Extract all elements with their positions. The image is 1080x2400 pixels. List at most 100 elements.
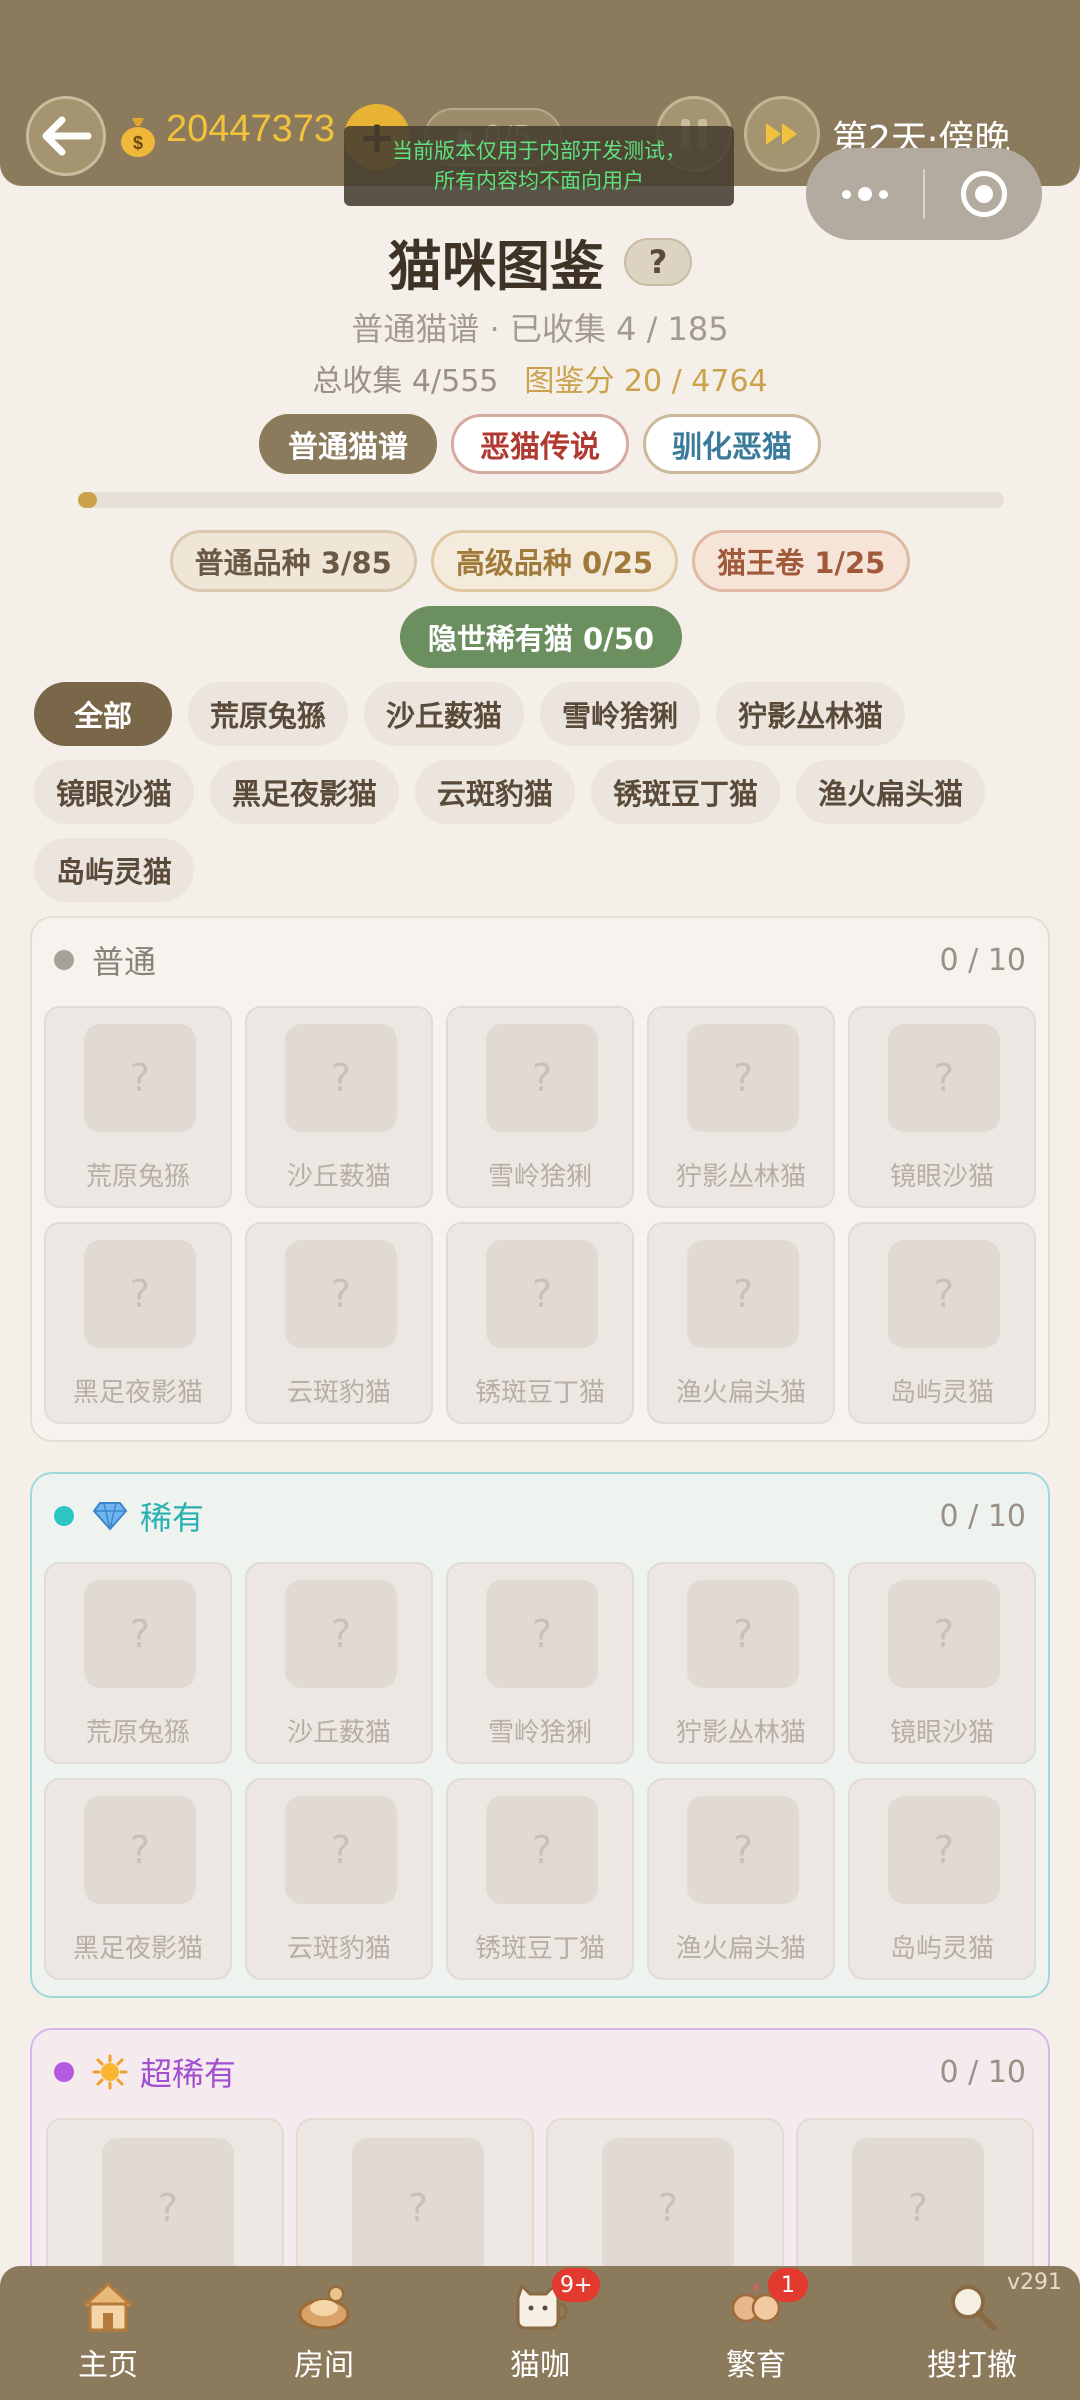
cat-card[interactable]: ? 云斑豹猫 (245, 1222, 433, 1424)
unknown-cat-icon: ? (102, 2138, 234, 2278)
unknown-cat-icon: ? (285, 1240, 397, 1348)
nav-room[interactable]: 房间 (216, 2266, 432, 2400)
cat-card[interactable]: ? 荒原兔猻 (44, 1562, 232, 1764)
breed-chip[interactable]: 狞影丛林猫 (716, 682, 906, 746)
cat-card[interactable]: ? 云斑豹猫 (245, 1778, 433, 1980)
breed-chip[interactable]: 云斑豹猫 (415, 760, 576, 824)
tab-evil-cat-legend[interactable]: 恶猫传说 (451, 414, 629, 474)
nav-breeding-label: 繁育 (726, 2348, 786, 2383)
collection-progress-bar (78, 492, 1004, 508)
cat-card-name: 镜眼沙猫 (889, 1718, 994, 1748)
page-title-row: 猫咪图鉴 ? (0, 222, 1080, 301)
unknown-cat-icon: ? (888, 1240, 1000, 1348)
cat-card-name: 沙丘薮猫 (286, 1718, 391, 1748)
category-premium-breeds[interactable]: 高级品种 0/25 (430, 530, 679, 592)
breed-chip[interactable]: 岛屿灵猫 (34, 838, 195, 902)
cat-card[interactable]: ? 雪岭猞猁 (446, 1006, 634, 1208)
unknown-cat-icon: ? (84, 1024, 196, 1132)
cat-card[interactable]: ? 渔火扁头猫 (647, 1222, 835, 1424)
cat-card-grid: ? 荒原兔猻 ? 沙丘薮猫 ? 雪岭猞猁 ? 狞影丛林猫 ? 镜眼沙猫 ? 黑足夜影猫 ? 云… (44, 1562, 1036, 1980)
unknown-cat-icon: ? (687, 1580, 799, 1688)
cat-card-name: 荒原兔猻 (85, 1162, 190, 1192)
unknown-cat-icon: ? (84, 1240, 196, 1348)
breed-chip[interactable]: 渔火扁头猫 (796, 760, 986, 824)
cat-card-name: 锈斑豆丁猫 (474, 1934, 605, 1964)
cat-card-name: 云斑豹猫 (286, 1378, 391, 1408)
target-icon (960, 171, 1007, 217)
collection-subtitle: 普通猫谱 · 已收集 4 / 185 (351, 310, 729, 348)
nav-breeding[interactable]: 繁育 1 (648, 2266, 864, 2400)
nav-home[interactable]: 主页 (0, 2266, 216, 2400)
cat-card[interactable]: ? 岛屿灵猫 (848, 1778, 1036, 1980)
tab-tamed-evil-cat[interactable]: 驯化恶猫 (643, 414, 821, 474)
unknown-cat-icon: ? (888, 1796, 1000, 1904)
tab-common-album[interactable]: 普通猫谱 (259, 414, 437, 474)
cat-card[interactable]: ? 沙丘薮猫 (245, 1562, 433, 1764)
nav-search-raid[interactable]: 搜打撤 v291 (864, 2266, 1080, 2400)
dev-notice-line-2: 所有内容均不面向用户 (434, 169, 644, 193)
help-button[interactable]: ? (624, 237, 692, 286)
unknown-cat-icon: ? (285, 1796, 397, 1904)
cat-bed-icon (294, 2276, 354, 2336)
section-header: 超稀有 0 / 10 (54, 2052, 1026, 2093)
breed-chip[interactable]: 镜眼沙猫 (34, 760, 195, 824)
cat-card[interactable]: ? 荒原兔猻 (44, 1006, 232, 1208)
cat-card-name: 雪岭猞猁 (487, 1162, 592, 1192)
total-collection: 总收集 4/555 (312, 364, 499, 399)
cat-card-name: 渔火扁头猫 (675, 1378, 806, 1408)
breed-chip-all[interactable]: 全部 (34, 682, 173, 746)
cat-card[interactable]: ? 镜眼沙猫 (848, 1562, 1036, 1764)
breed-chip[interactable]: 沙丘薮猫 (364, 682, 525, 746)
section-count: 0 / 10 (939, 942, 1026, 978)
cat-card[interactable]: ? 锈斑豆丁猫 (446, 1222, 634, 1424)
category-cat-king-scroll[interactable]: 猫王卷 1/25 (692, 530, 911, 592)
cat-card-name: 雪岭猞猁 (487, 1718, 592, 1748)
nav-search-raid-label: 搜打撤 (927, 2348, 1017, 2383)
breed-filter-chips: 全部 荒原兔猻 沙丘薮猫 雪岭猞猁 狞影丛林猫 镜眼沙猫 黑足夜影猫 云斑豹猫 … (34, 682, 1054, 902)
nav-cat-cafe[interactable]: 猫咖 9+ (432, 2266, 648, 2400)
cat-card[interactable]: ? 狞影丛林猫 (647, 1562, 835, 1764)
unknown-cat-icon: ? (888, 1580, 1000, 1688)
back-button[interactable] (26, 96, 106, 176)
cat-card[interactable]: ? 镜眼沙猫 (848, 1006, 1036, 1208)
cat-card-name: 黑足夜影猫 (72, 1934, 203, 1964)
cat-card[interactable]: ? 黑足夜影猫 (44, 1778, 232, 1980)
unknown-cat-icon: ? (852, 2138, 984, 2278)
cat-card-name: 沙丘薮猫 (286, 1162, 391, 1192)
breeding-badge: 1 (768, 2268, 808, 2302)
cat-card[interactable]: ? 沙丘薮猫 (245, 1006, 433, 1208)
rarity-section-rare: 稀有 0 / 10 ? 荒原兔猻 ? 沙丘薮猫 ? 雪岭猞猁 ? 狞影丛林猫 ? 镜眼沙猫… (30, 1472, 1050, 1998)
cat-card-grid: ? 荒原兔猻 ? 沙丘薮猫 ? 雪岭猞猁 ? 狞影丛林猫 ? 镜眼沙猫 ? 黑足夜影猫 ? 云… (44, 1006, 1036, 1424)
cat-card[interactable]: ? 雪岭猞猁 (446, 1562, 634, 1764)
svg-text:$: $ (133, 133, 143, 153)
breed-chip[interactable]: 锈斑豆丁猫 (591, 760, 781, 824)
breed-chip[interactable]: 黑足夜影猫 (210, 760, 400, 824)
cat-card-name: 黑足夜影猫 (72, 1378, 203, 1408)
cat-card[interactable]: ? 黑足夜影猫 (44, 1222, 232, 1424)
rarity-dot-icon (54, 1506, 74, 1526)
cat-card[interactable]: ? 渔火扁头猫 (647, 1778, 835, 1980)
rarity-section-common: 普通 0 / 10 ? 荒原兔猻 ? 沙丘薮猫 ? 雪岭猞猁 ? 狞影丛林猫 ? 镜眼沙猫… (30, 916, 1050, 1442)
magnifier-icon (942, 2276, 1002, 2336)
unknown-cat-icon: ? (352, 2138, 484, 2278)
cat-card[interactable]: ? 锈斑豆丁猫 (446, 1778, 634, 1980)
breed-chip[interactable]: 荒原兔猻 (188, 682, 349, 746)
category-hidden-rare-cats[interactable]: 隐世稀有猫 0/50 (400, 606, 682, 668)
breed-chip[interactable]: 雪岭猞猁 (540, 682, 701, 746)
section-name: 稀有 (140, 1499, 205, 1537)
cat-card[interactable]: ? 岛屿灵猫 (848, 1222, 1036, 1424)
nav-cat-cafe-label: 猫咖 (510, 2348, 570, 2383)
cat-card-name: 狞影丛林猫 (675, 1162, 806, 1192)
unknown-cat-icon: ? (84, 1796, 196, 1904)
cat-card-name: 渔火扁头猫 (675, 1934, 806, 1964)
section-name: 超稀有 (140, 2055, 237, 2093)
unknown-cat-icon: ? (486, 1580, 598, 1688)
cat-cafe-badge: 9+ (552, 2268, 601, 2302)
category-common-breeds[interactable]: 普通品种 3/85 (169, 530, 417, 592)
unknown-cat-icon: ? (84, 1580, 196, 1688)
cat-card[interactable]: ? 狞影丛林猫 (647, 1006, 835, 1208)
more-dots-icon (841, 187, 888, 201)
section-count: 0 / 10 (939, 1498, 1026, 1534)
cat-card-name: 镜眼沙猫 (889, 1162, 994, 1192)
unknown-cat-icon: ? (285, 1024, 397, 1132)
